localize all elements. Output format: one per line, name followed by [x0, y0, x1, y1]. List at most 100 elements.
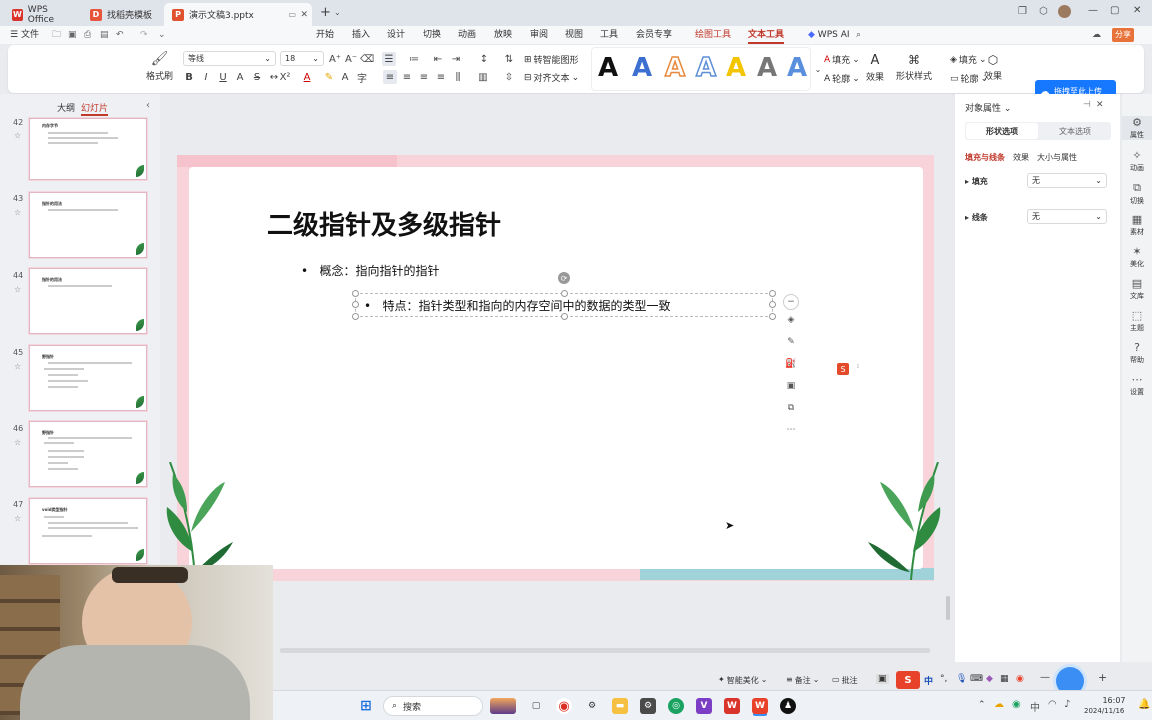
sogou-ime-icon[interactable]: S — [837, 363, 849, 375]
restore-icon[interactable]: ❐ — [1018, 6, 1027, 17]
share-button[interactable]: 分享 — [1112, 28, 1134, 42]
slide-thumbnail-45[interactable]: 野指针 — [29, 345, 147, 411]
zoom-minus-icon[interactable]: — — [1040, 672, 1050, 683]
columns-icon[interactable]: ▥ — [476, 70, 490, 84]
indent-increase-icon[interactable]: ⇥ — [449, 52, 463, 66]
line-select[interactable]: 无 ⌄ — [1027, 209, 1107, 224]
task-view-icon[interactable]: ▢ — [528, 698, 544, 714]
resize-handle[interactable] — [769, 290, 776, 297]
line-spacing-icon[interactable]: ↕ — [477, 52, 491, 66]
browser-icon[interactable]: ◎ — [668, 698, 684, 714]
fill-select[interactable]: 无 ⌄ — [1027, 173, 1107, 188]
resize-handle[interactable] — [352, 313, 359, 320]
smart-beautify-button[interactable]: ✦ 智能美化 ⌄ — [718, 675, 767, 686]
widget-icon[interactable] — [490, 698, 516, 714]
wordart-style-blue[interactable]: A — [632, 53, 652, 83]
star-icon[interactable]: ☆ — [14, 438, 21, 447]
sidebar-library[interactable]: ▤ 文库 — [1122, 277, 1152, 301]
font-size-select[interactable]: 18 ⌄ — [280, 51, 324, 66]
superscript-icon[interactable]: X² — [278, 70, 292, 84]
sidebar-properties[interactable]: ⚙ 属性 — [1122, 116, 1152, 140]
wifi-icon[interactable]: ◠ — [1048, 699, 1057, 710]
font-grow-icon[interactable]: A⁺ — [328, 52, 342, 66]
text-direction-icon[interactable]: ⇅ — [502, 52, 516, 66]
subtab-effect[interactable]: 效果 — [1013, 152, 1029, 163]
pin-icon[interactable]: ⊣ — [1083, 100, 1091, 110]
rotate-handle-icon[interactable]: ⟳ — [558, 272, 570, 284]
tray-app-icon[interactable]: ◉ — [1012, 699, 1021, 710]
distribute-icon[interactable]: ⫼ — [451, 70, 465, 84]
slide-thumbnail-47[interactable]: void类型指针 — [29, 498, 147, 564]
italic-icon[interactable]: I — [199, 70, 213, 84]
shape-fill-button[interactable]: ◈ 填充 ⌄ — [950, 53, 986, 67]
tray-cloud-icon[interactable]: ☁ — [994, 699, 1004, 710]
font-name-select[interactable]: 等线 ⌄ — [183, 51, 276, 66]
tray-ime-icon[interactable]: 中 — [1030, 699, 1040, 714]
slide-bullet-1[interactable]: • 概念：指向指针的指针 — [301, 262, 440, 279]
sidebar-transition[interactable]: ⧉ 切换 — [1122, 181, 1152, 206]
chevron-down-icon[interactable]: ⌄ — [1004, 104, 1012, 114]
resize-handle[interactable] — [769, 301, 776, 308]
shape-style-button[interactable]: ⌘ 形状样式 — [896, 53, 932, 82]
notification-bell-icon[interactable]: 🔔 — [1138, 699, 1150, 710]
text-effect-button[interactable]: A 效果 — [866, 53, 884, 83]
collapse-panel-icon[interactable]: ‹ — [146, 100, 150, 111]
wordart-style-blue-outline[interactable]: A — [695, 52, 717, 84]
close-tab-icon[interactable]: ✕ — [300, 10, 308, 20]
slide-thumbnail-43[interactable]: 指针的用法 — [29, 192, 147, 258]
star-icon[interactable]: ☆ — [14, 362, 21, 371]
sidebar-materials[interactable]: ▦ 素材 — [1122, 213, 1152, 237]
resize-handle[interactable] — [561, 313, 568, 320]
tab-wps-office[interactable]: W WPS Office — [4, 3, 80, 26]
more-icon[interactable]: ⋯ — [783, 422, 799, 438]
menu-member[interactable]: 会员专享 — [636, 26, 672, 44]
sidebar-help[interactable]: ? 帮助 — [1122, 341, 1152, 365]
tab-shape-options[interactable]: 形状选项 — [966, 123, 1038, 139]
crop-icon[interactable]: ⧉ — [783, 400, 799, 416]
bold-icon[interactable]: B — [182, 70, 196, 84]
text-effect-icon[interactable]: A — [338, 70, 352, 84]
star-icon[interactable]: ☆ — [14, 208, 21, 217]
menu-insert[interactable]: 插入 — [352, 26, 370, 44]
clock-date[interactable]: 2024/11/16 — [1084, 707, 1124, 715]
wordart-style-gradient[interactable]: A — [787, 53, 807, 83]
toolbox-icon[interactable]: ▦ — [1000, 674, 1009, 684]
avatar[interactable] — [1058, 5, 1071, 18]
subtab-fill-line[interactable]: 填充与线条 — [965, 152, 1005, 163]
menu-animation[interactable]: 动画 — [458, 26, 476, 44]
fill-bucket-icon[interactable]: ⛽ — [783, 356, 799, 372]
open-folder-icon[interactable]: 🗀 — [52, 26, 61, 44]
slide-thumbnail-44[interactable]: 指针的用法 — [29, 268, 147, 334]
align-center-icon[interactable]: ≡ — [400, 70, 414, 84]
ime-mode[interactable]: 中 — [924, 674, 933, 687]
slide-thumbnail-42[interactable]: 内存字节 — [29, 118, 147, 180]
wordart-style-black[interactable]: A — [598, 53, 618, 83]
wps-taskbar-icon[interactable]: W — [724, 698, 740, 714]
align-text-button[interactable]: ⊟ 对齐文本 ⌄ — [524, 71, 579, 85]
search-icon[interactable]: ⌕ — [856, 26, 861, 44]
app-icon[interactable]: ⚙ — [584, 698, 600, 714]
shape-effect-button[interactable]: ⬡ 效果 — [984, 53, 1002, 82]
wps-active-icon[interactable]: W — [752, 698, 768, 714]
sidebar-beautify[interactable]: ✶ 美化 — [1122, 245, 1152, 269]
menu-view[interactable]: 视图 — [565, 26, 583, 44]
sogou-ime-icon[interactable]: S — [896, 671, 920, 689]
text-shadow-icon[interactable]: A — [233, 70, 247, 84]
menu-wps-ai[interactable]: ◆ WPS AI — [808, 26, 850, 44]
shape-outline-button[interactable]: ▭ 轮廓 ⌄ — [950, 72, 988, 86]
window-icon[interactable]: ▭ — [288, 10, 296, 19]
strikethrough-icon[interactable]: S — [250, 70, 264, 84]
close-panel-icon[interactable]: ✕ — [1096, 100, 1104, 110]
chrome-icon[interactable]: ◉ — [556, 698, 572, 714]
ime-toggle-icon[interactable]: ⁝ — [857, 363, 859, 370]
tray-chevron-icon[interactable]: ⌃ — [978, 700, 986, 710]
menu-slideshow[interactable]: 放映 — [494, 26, 512, 44]
wordart-style-gray[interactable]: A — [757, 53, 777, 83]
slide-thumbnail-46[interactable]: 野指针 — [29, 421, 147, 487]
font-color-icon[interactable]: A — [300, 70, 314, 84]
microphone-icon[interactable]: 🎙 — [956, 674, 967, 684]
align-left-icon[interactable]: ≡ — [383, 70, 397, 84]
notes-button[interactable]: ≡ 备注 ⌄ — [786, 675, 819, 686]
cloud-icon[interactable]: ☁ — [1092, 26, 1101, 44]
numbered-list-icon[interactable]: ≔ — [407, 52, 421, 66]
